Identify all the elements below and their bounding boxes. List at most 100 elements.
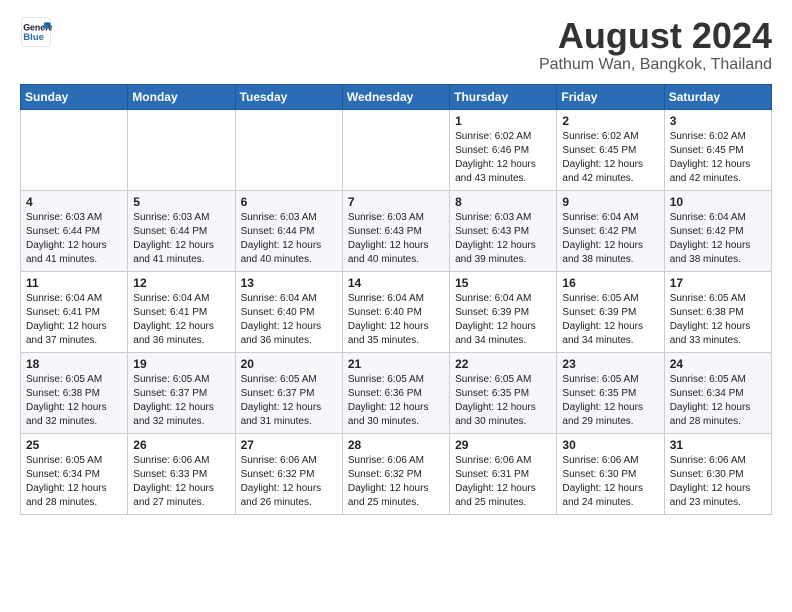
day-cell: 30 Sunrise: 6:06 AM Sunset: 6:30 PM Dayli… (557, 433, 664, 514)
day-number: 19 (133, 357, 229, 371)
day-number: 7 (348, 195, 444, 209)
day-info: Sunrise: 6:06 AM Sunset: 6:32 PM Dayligh… (348, 454, 444, 510)
day-number: 31 (670, 438, 766, 452)
header-row: SundayMondayTuesdayWednesdayThursdayFrid… (21, 84, 772, 109)
day-cell: 28 Sunrise: 6:06 AM Sunset: 6:32 PM Dayli… (342, 433, 449, 514)
day-header-friday: Friday (557, 84, 664, 109)
day-info: Sunrise: 6:05 AM Sunset: 6:37 PM Dayligh… (133, 373, 229, 429)
day-cell: 22 Sunrise: 6:05 AM Sunset: 6:35 PM Dayli… (450, 352, 557, 433)
day-cell (342, 109, 449, 190)
day-info: Sunrise: 6:04 AM Sunset: 6:40 PM Dayligh… (241, 292, 337, 348)
day-info: Sunrise: 6:06 AM Sunset: 6:32 PM Dayligh… (241, 454, 337, 510)
day-info: Sunrise: 6:06 AM Sunset: 6:30 PM Dayligh… (562, 454, 658, 510)
day-cell (128, 109, 235, 190)
day-number: 6 (241, 195, 337, 209)
day-number: 26 (133, 438, 229, 452)
day-cell: 21 Sunrise: 6:05 AM Sunset: 6:36 PM Dayli… (342, 352, 449, 433)
day-cell: 8 Sunrise: 6:03 AM Sunset: 6:43 PM Daylig… (450, 190, 557, 271)
day-header-tuesday: Tuesday (235, 84, 342, 109)
day-header-wednesday: Wednesday (342, 84, 449, 109)
day-info: Sunrise: 6:03 AM Sunset: 6:43 PM Dayligh… (348, 211, 444, 267)
day-info: Sunrise: 6:06 AM Sunset: 6:30 PM Dayligh… (670, 454, 766, 510)
day-info: Sunrise: 6:05 AM Sunset: 6:35 PM Dayligh… (562, 373, 658, 429)
day-number: 16 (562, 276, 658, 290)
day-number: 5 (133, 195, 229, 209)
svg-text:Blue: Blue (23, 32, 44, 43)
day-cell: 27Sunrise: 6:06 AM Sunset: 6:32 PM Dayli… (235, 433, 342, 514)
day-header-sunday: Sunday (21, 84, 128, 109)
day-info: Sunrise: 6:05 AM Sunset: 6:37 PM Dayligh… (241, 373, 337, 429)
day-info: Sunrise: 6:03 AM Sunset: 6:44 PM Dayligh… (241, 211, 337, 267)
day-info: Sunrise: 6:05 AM Sunset: 6:36 PM Dayligh… (348, 373, 444, 429)
day-number: 9 (562, 195, 658, 209)
day-cell: 26 Sunrise: 6:06 AM Sunset: 6:33 PM Dayli… (128, 433, 235, 514)
day-header-saturday: Saturday (664, 84, 771, 109)
day-info: Sunrise: 6:04 AM Sunset: 6:39 PM Dayligh… (455, 292, 551, 348)
day-info: Sunrise: 6:03 AM Sunset: 6:44 PM Dayligh… (133, 211, 229, 267)
day-info: Sunrise: 6:04 AM Sunset: 6:41 PM Dayligh… (26, 292, 122, 348)
day-cell: 5 Sunrise: 6:03 AM Sunset: 6:44 PM Daylig… (128, 190, 235, 271)
day-cell: 11 Sunrise: 6:04 AM Sunset: 6:41 PM Dayli… (21, 271, 128, 352)
day-number: 1 (455, 114, 551, 128)
day-number: 30 (562, 438, 658, 452)
day-cell: 7 Sunrise: 6:03 AM Sunset: 6:43 PM Daylig… (342, 190, 449, 271)
day-cell: 3Sunrise: 6:02 AM Sunset: 6:45 PM Daylig… (664, 109, 771, 190)
day-cell: 14 Sunrise: 6:04 AM Sunset: 6:40 PM Dayli… (342, 271, 449, 352)
day-cell: 20 Sunrise: 6:05 AM Sunset: 6:37 PM Dayli… (235, 352, 342, 433)
week-row-2: 4 Sunrise: 6:03 AM Sunset: 6:44 PM Daylig… (21, 190, 772, 271)
day-number: 29 (455, 438, 551, 452)
day-number: 20 (241, 357, 337, 371)
day-info: Sunrise: 6:05 AM Sunset: 6:35 PM Dayligh… (455, 373, 551, 429)
day-info: Sunrise: 6:03 AM Sunset: 6:43 PM Dayligh… (455, 211, 551, 267)
day-info: Sunrise: 6:04 AM Sunset: 6:41 PM Dayligh… (133, 292, 229, 348)
day-number: 8 (455, 195, 551, 209)
week-row-1: 1 Sunrise: 6:02 AM Sunset: 6:46 PM Daylig… (21, 109, 772, 190)
day-cell: 4 Sunrise: 6:03 AM Sunset: 6:44 PM Daylig… (21, 190, 128, 271)
day-cell: 6 Sunrise: 6:03 AM Sunset: 6:44 PM Daylig… (235, 190, 342, 271)
title-block: August 2024 Pathum Wan, Bangkok, Thailan… (539, 16, 772, 74)
day-number: 25 (26, 438, 122, 452)
header: General Blue August 2024 Pathum Wan, Ban… (20, 16, 772, 74)
day-info: Sunrise: 6:02 AM Sunset: 6:46 PM Dayligh… (455, 130, 551, 186)
day-number: 21 (348, 357, 444, 371)
day-info: Sunrise: 6:05 AM Sunset: 6:38 PM Dayligh… (26, 373, 122, 429)
day-info: Sunrise: 6:04 AM Sunset: 6:42 PM Dayligh… (562, 211, 658, 267)
day-info: Sunrise: 6:04 AM Sunset: 6:40 PM Dayligh… (348, 292, 444, 348)
day-number: 13 (241, 276, 337, 290)
day-cell: 31 Sunrise: 6:06 AM Sunset: 6:30 PM Dayli… (664, 433, 771, 514)
calendar-page: General Blue August 2024 Pathum Wan, Ban… (0, 0, 792, 525)
day-number: 4 (26, 195, 122, 209)
week-row-4: 18Sunrise: 6:05 AM Sunset: 6:38 PM Dayli… (21, 352, 772, 433)
day-cell: 16 Sunrise: 6:05 AM Sunset: 6:39 PM Dayli… (557, 271, 664, 352)
day-number: 12 (133, 276, 229, 290)
day-cell: 17Sunrise: 6:05 AM Sunset: 6:38 PM Dayli… (664, 271, 771, 352)
day-number: 15 (455, 276, 551, 290)
week-row-3: 11 Sunrise: 6:04 AM Sunset: 6:41 PM Dayli… (21, 271, 772, 352)
day-header-monday: Monday (128, 84, 235, 109)
day-cell: 10 Sunrise: 6:04 AM Sunset: 6:42 PM Dayli… (664, 190, 771, 271)
day-info: Sunrise: 6:05 AM Sunset: 6:39 PM Dayligh… (562, 292, 658, 348)
day-number: 10 (670, 195, 766, 209)
day-cell: 23Sunrise: 6:05 AM Sunset: 6:35 PM Dayli… (557, 352, 664, 433)
day-cell (235, 109, 342, 190)
day-header-thursday: Thursday (450, 84, 557, 109)
month-title: August 2024 (539, 16, 772, 56)
day-cell: 18Sunrise: 6:05 AM Sunset: 6:38 PM Dayli… (21, 352, 128, 433)
day-number: 28 (348, 438, 444, 452)
day-info: Sunrise: 6:06 AM Sunset: 6:33 PM Dayligh… (133, 454, 229, 510)
day-number: 22 (455, 357, 551, 371)
day-number: 11 (26, 276, 122, 290)
day-cell: 19 Sunrise: 6:05 AM Sunset: 6:37 PM Dayli… (128, 352, 235, 433)
day-info: Sunrise: 6:04 AM Sunset: 6:42 PM Dayligh… (670, 211, 766, 267)
day-number: 2 (562, 114, 658, 128)
logo-icon: General Blue (20, 16, 52, 48)
day-info: Sunrise: 6:03 AM Sunset: 6:44 PM Dayligh… (26, 211, 122, 267)
day-cell: 15 Sunrise: 6:04 AM Sunset: 6:39 PM Dayli… (450, 271, 557, 352)
day-cell: 2 Sunrise: 6:02 AM Sunset: 6:45 PM Daylig… (557, 109, 664, 190)
day-number: 14 (348, 276, 444, 290)
calendar-table: SundayMondayTuesdayWednesdayThursdayFrid… (20, 84, 772, 515)
day-info: Sunrise: 6:05 AM Sunset: 6:38 PM Dayligh… (670, 292, 766, 348)
day-info: Sunrise: 6:05 AM Sunset: 6:34 PM Dayligh… (670, 373, 766, 429)
day-info: Sunrise: 6:02 AM Sunset: 6:45 PM Dayligh… (562, 130, 658, 186)
day-cell: 9 Sunrise: 6:04 AM Sunset: 6:42 PM Daylig… (557, 190, 664, 271)
